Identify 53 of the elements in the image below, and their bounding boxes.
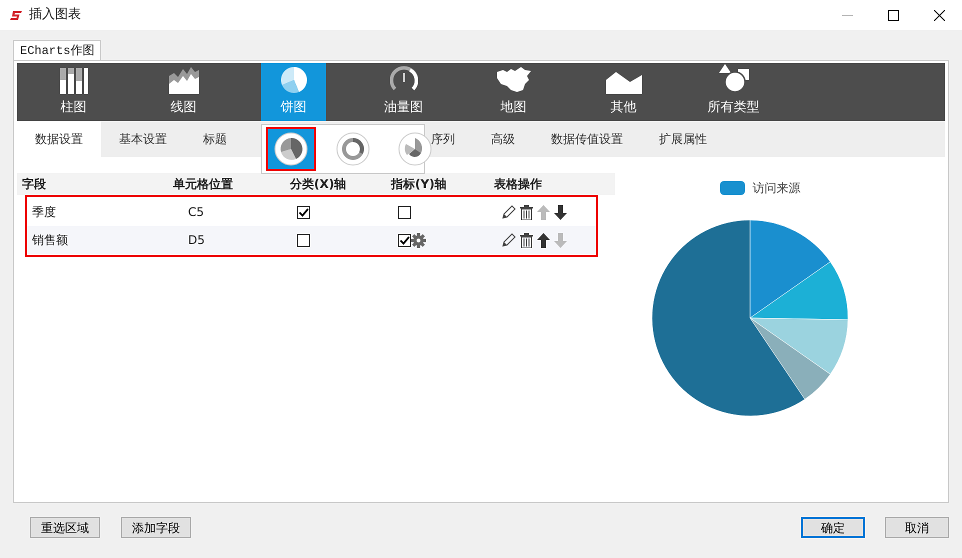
cell-reference: C5 — [187, 204, 206, 221]
area-chart-icon — [168, 66, 198, 94]
pie-variant-icon — [274, 132, 308, 166]
column-header: 指标(Y)轴 — [391, 176, 448, 193]
bar-chart-icon — [60, 68, 88, 94]
chart-type-button[interactable]: 线图 — [151, 63, 216, 121]
legend-swatch-icon — [720, 181, 744, 195]
donut-variant-icon — [336, 132, 370, 166]
dialog-button[interactable]: 确定 — [801, 517, 865, 538]
column-header: 表格操作 — [494, 176, 543, 193]
map-icon — [494, 66, 532, 94]
app-logo-icon — [9, 9, 23, 21]
chart-type-button[interactable]: 其他 — [591, 63, 656, 121]
dialog-button[interactable]: 重选区域 — [30, 517, 100, 538]
delete-icon[interactable] — [520, 232, 533, 248]
pie-chart-icon — [280, 66, 308, 94]
window-title: 插入图表 — [29, 6, 81, 24]
checkbox[interactable] — [297, 206, 310, 220]
chart-type-button[interactable]: 柱图 — [41, 63, 106, 121]
maximize-icon — [888, 10, 898, 20]
settings-tab[interactable]: 扩展属性 — [641, 121, 725, 157]
field-name: 销售额 — [32, 232, 69, 249]
chart-type-button[interactable]: 地图 — [481, 63, 546, 121]
arrow-down-icon[interactable] — [554, 204, 567, 220]
edit-icon[interactable] — [501, 232, 516, 248]
shape-icon — [606, 70, 642, 94]
column-header: 字段 — [22, 176, 47, 193]
dialog-button[interactable]: 取消 — [885, 517, 949, 538]
dialog-button[interactable]: 添加字段 — [121, 517, 191, 538]
minimize-icon — [842, 14, 852, 16]
column-header: 单元格位置 — [173, 176, 234, 193]
checkbox[interactable] — [398, 234, 411, 246]
settings-tab[interactable]: 基本设置 — [101, 121, 185, 157]
settings-tab[interactable]: 序列 — [413, 121, 473, 157]
delete-icon[interactable] — [520, 204, 533, 220]
chart-type-button[interactable]: 所有类型 — [701, 63, 766, 121]
close-icon — [934, 10, 944, 20]
checkbox[interactable] — [398, 206, 411, 218]
settings-tab[interactable]: 数据传值设置 — [533, 121, 641, 157]
arrow-up-icon[interactable] — [537, 232, 550, 248]
edit-icon[interactable] — [501, 204, 516, 220]
settings-icon[interactable] — [411, 232, 426, 248]
settings-tab[interactable]: 高级 — [473, 121, 533, 157]
checkbox[interactable] — [297, 234, 310, 248]
cell-reference: D5 — [187, 232, 206, 249]
legend-label: 访问来源 — [752, 180, 800, 197]
settings-tab[interactable]: 数据设置 — [17, 121, 101, 157]
field-name: 季度 — [32, 204, 57, 221]
chart-type-button[interactable]: 油量图 — [371, 63, 436, 121]
settings-tab[interactable]: 标题 — [185, 121, 245, 157]
echarts-tab[interactable]: ECharts作图 — [13, 40, 102, 60]
pie-variant-button[interactable] — [266, 127, 316, 171]
column-header: 分类(X)轴 — [290, 176, 348, 193]
